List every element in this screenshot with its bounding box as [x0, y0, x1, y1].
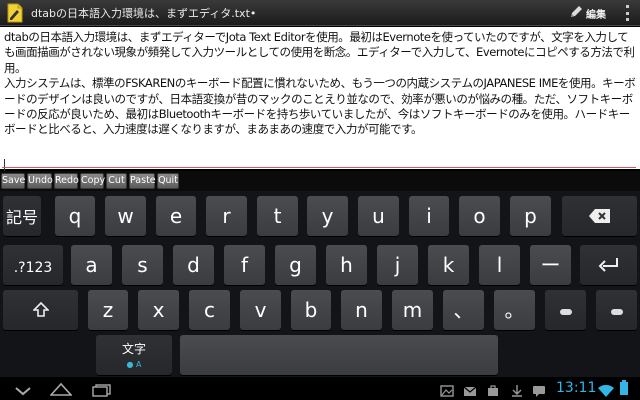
overflow-menu-icon[interactable]	[620, 5, 634, 21]
clock: 13:11	[556, 380, 597, 396]
paragraph: dtabの日本語入力環境は、まずエディターでJota Text Editorを使…	[4, 30, 635, 75]
download-icon	[511, 382, 523, 400]
keyboard-hide-icon[interactable]	[14, 382, 32, 400]
image-icon	[440, 382, 454, 400]
recent-apps-icon[interactable]	[92, 382, 112, 400]
key-k[interactable]: k	[428, 245, 469, 285]
key-f[interactable]: f	[224, 245, 265, 285]
key-shift[interactable]	[3, 290, 78, 330]
key-z[interactable]: z	[88, 290, 128, 330]
editor-text[interactable]: dtabの日本語入力環境は、まずエディターでJota Text Editorを使…	[4, 30, 638, 138]
key-enter[interactable]	[580, 245, 637, 285]
key-cursor-left[interactable]	[545, 290, 586, 330]
gmail-icon	[463, 382, 477, 400]
key-comma[interactable]: 、	[443, 290, 484, 330]
key-numbers[interactable]: .?123	[3, 245, 63, 285]
key-t[interactable]: t	[257, 196, 298, 236]
key-long-vowel[interactable]: ー	[530, 245, 571, 285]
enter-icon	[598, 254, 620, 278]
paste-button[interactable]: Paste	[129, 173, 156, 189]
battery-icon	[620, 380, 628, 399]
key-symbols[interactable]: 記号	[3, 196, 41, 236]
input-mode-label: 文字	[121, 342, 146, 356]
key-c[interactable]: c	[189, 290, 230, 330]
cut-button[interactable]: Cut	[106, 173, 127, 189]
key-input-mode[interactable]: 文字 ● A	[96, 335, 172, 375]
quit-button[interactable]: Quit	[157, 173, 179, 189]
cursor-left-icon	[559, 298, 573, 322]
key-s[interactable]: s	[122, 245, 163, 285]
edit-button[interactable]: 編集	[570, 0, 614, 26]
paragraph: 入力システムは、標準のFSKARENのキーボード配置に慣れないため、もう一つの内…	[4, 76, 636, 137]
key-r[interactable]: r	[206, 196, 247, 236]
key-j[interactable]: j	[377, 245, 418, 285]
input-mode-sub: A	[136, 360, 142, 369]
key-n[interactable]: n	[341, 290, 382, 330]
key-period[interactable]: 。	[494, 290, 535, 330]
redo-button[interactable]: Redo	[54, 173, 79, 189]
key-w[interactable]: w	[105, 196, 146, 236]
key-g[interactable]: g	[275, 245, 316, 285]
home-icon[interactable]	[49, 381, 73, 400]
shop-bag-icon	[486, 382, 500, 400]
key-v[interactable]: v	[240, 290, 281, 330]
text-editor[interactable]: dtabの日本語入力環境は、まずエディターでJota Text Editorを使…	[0, 27, 640, 171]
shift-icon	[31, 299, 50, 323]
pencil-icon	[570, 5, 583, 21]
key-y[interactable]: y	[307, 196, 348, 236]
wifi-icon	[598, 382, 614, 400]
key-space[interactable]	[180, 335, 498, 375]
save-button[interactable]: Save	[1, 173, 25, 189]
backspace-icon	[588, 204, 611, 228]
key-q[interactable]: q	[55, 196, 95, 236]
key-b[interactable]: b	[291, 290, 331, 330]
soft-keyboard: 記号 q w e r t y u i o p .?123 a s d f g h…	[0, 191, 640, 377]
key-l[interactable]: l	[479, 245, 520, 285]
copy-button[interactable]: Copy	[80, 173, 105, 189]
key-d[interactable]: d	[173, 245, 214, 285]
screen: dtabの日本語入力環境は、まずエディタ.txt• 編集 dtabの日本語入力環…	[0, 0, 640, 400]
system-bar: 13:11	[0, 377, 640, 400]
key-i[interactable]: i	[409, 196, 449, 236]
app-title: dtabの日本語入力環境は、まずエディタ.txt•	[31, 7, 257, 20]
action-bar: dtabの日本語入力環境は、まずエディタ.txt• 編集	[0, 0, 640, 26]
chat-icon	[532, 382, 546, 400]
key-a[interactable]: a	[71, 245, 112, 285]
key-h[interactable]: h	[326, 245, 367, 285]
key-u[interactable]: u	[358, 196, 399, 236]
text-cursor	[4, 159, 5, 171]
key-e[interactable]: e	[156, 196, 196, 236]
cursor-right-icon	[610, 298, 624, 322]
key-x[interactable]: x	[138, 290, 179, 330]
key-p[interactable]: p	[510, 196, 551, 236]
undo-button[interactable]: Undo	[27, 173, 53, 189]
app-icon[interactable]	[6, 3, 24, 23]
edit-label: 編集	[586, 9, 606, 21]
key-backspace[interactable]	[562, 196, 637, 236]
key-o[interactable]: o	[459, 196, 500, 236]
current-line-underline	[2, 167, 636, 168]
key-m[interactable]: m	[392, 290, 433, 330]
globe-icon: ●	[126, 360, 134, 369]
edit-toolbar: Save Undo Redo Copy Cut Paste Quit	[0, 171, 640, 191]
key-cursor-right[interactable]	[596, 290, 637, 330]
